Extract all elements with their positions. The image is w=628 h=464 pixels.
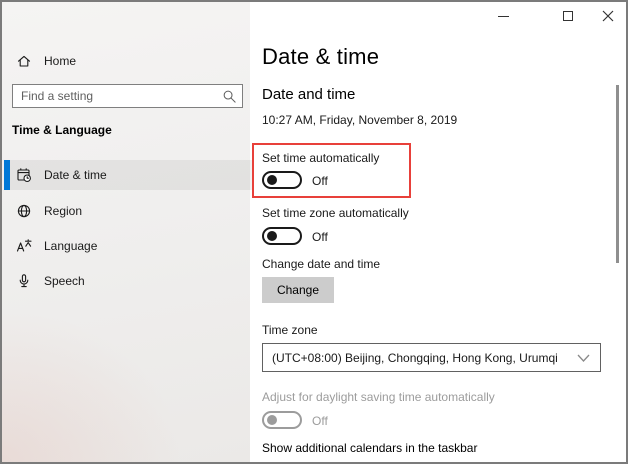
maximize-button[interactable] [553,4,583,28]
time-zone-dropdown[interactable]: (UTC+08:00) Beijing, Chongqing, Hong Kon… [262,343,601,372]
set-time-auto-label: Set time automatically [262,151,379,165]
toggle-knob [267,231,277,241]
search-input[interactable] [13,85,242,107]
change-button[interactable]: Change [262,277,334,303]
sidebar-section-title: Time & Language [12,123,112,137]
sidebar-item-home[interactable]: Home [4,46,252,76]
chevron-down-icon [577,353,590,363]
globe-icon [16,203,32,219]
search-box [12,84,243,108]
set-timezone-auto-toggle[interactable] [262,227,302,245]
set-time-auto-state: Off [312,174,328,188]
selected-accent-bar [4,160,10,190]
close-button[interactable] [593,4,623,28]
set-timezone-auto-label: Set time zone automatically [262,206,409,220]
microphone-icon [16,273,32,289]
daylight-saving-toggle [262,411,302,429]
current-datetime: 10:27 AM, Friday, November 8, 2019 [262,113,457,127]
sidebar-item-label: Region [44,204,82,218]
time-zone-selected-option: (UTC+08:00) Beijing, Chongqing, Hong Kon… [272,351,558,365]
minimize-icon [498,16,509,17]
maximize-icon [563,11,573,21]
change-date-time-label: Change date and time [262,257,380,271]
page-title: Date & time [262,44,379,70]
sidebar-item-label: Language [44,239,97,253]
section-heading: Date and time [262,86,355,103]
close-icon [602,10,614,22]
scrollbar[interactable] [616,85,619,263]
minimize-button[interactable] [488,4,518,28]
search-icon [222,89,237,104]
set-timezone-auto-state: Off [312,230,328,244]
home-icon [16,53,32,69]
sidebar-item-label: Home [44,54,76,68]
daylight-saving-label: Adjust for daylight saving time automati… [262,390,495,404]
time-zone-label: Time zone [262,323,318,337]
sidebar-item-label: Date & time [44,168,107,182]
settings-window: Settings Home Time & Language [0,0,628,464]
daylight-saving-state: Off [312,414,328,428]
sidebar-item-region[interactable]: Region [4,196,252,226]
additional-calendars-heading: Show additional calendars in the taskbar [262,441,477,455]
language-icon [16,238,32,254]
toggle-knob [267,415,277,425]
sidebar-item-language[interactable]: Language [4,231,252,261]
sidebar-item-date-time[interactable]: Date & time [4,160,252,190]
set-time-auto-toggle[interactable] [262,171,302,189]
sidebar-item-label: Speech [44,274,85,288]
sidebar-item-speech[interactable]: Speech [4,266,252,296]
calendar-clock-icon [16,167,32,183]
toggle-knob [267,175,277,185]
sidebar: Home Time & Language Date & time [2,2,250,462]
